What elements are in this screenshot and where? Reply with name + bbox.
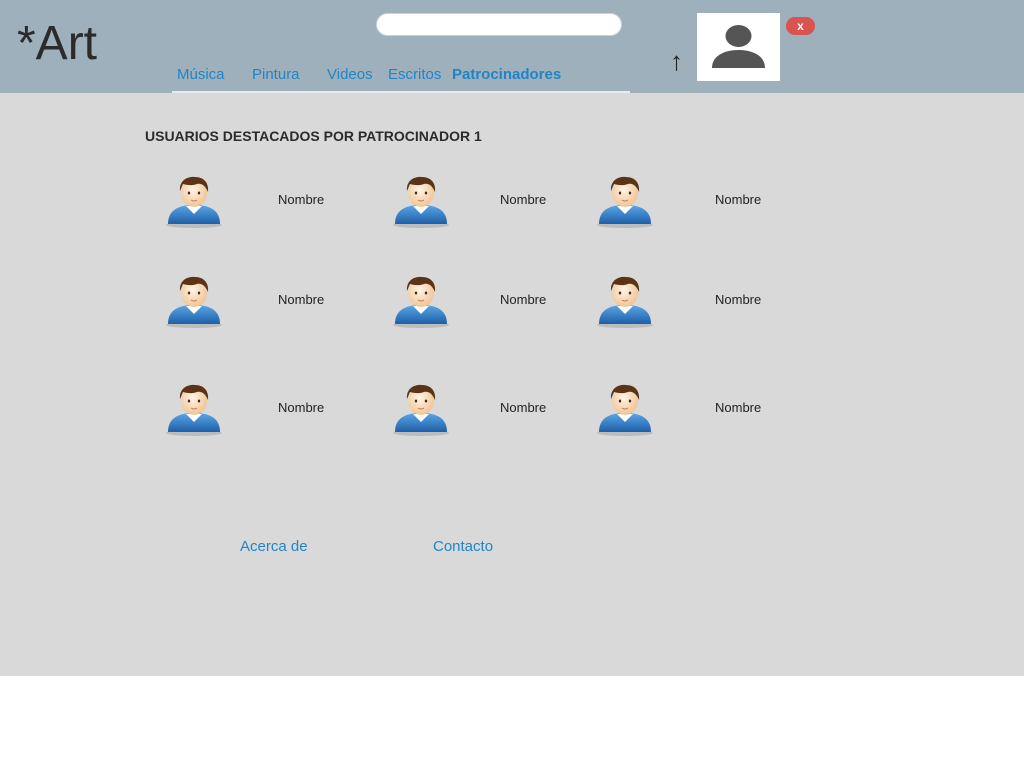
featured-user[interactable]: Nombre [595, 381, 815, 441]
about-link[interactable]: Acerca de [240, 538, 308, 555]
user-name: Nombre [278, 400, 325, 415]
user-name: Nombre [500, 192, 547, 207]
user-avatar-icon [164, 381, 224, 437]
nav-musica[interactable]: Música [177, 66, 225, 84]
nav-patrocinadores[interactable]: Patrocinadores [452, 66, 561, 84]
featured-user[interactable]: Nombre [595, 173, 815, 233]
user-name: Nombre [500, 400, 547, 415]
user-avatar-icon [391, 273, 451, 329]
featured-user[interactable]: Nombre [391, 273, 611, 333]
user-silhouette-icon [712, 25, 765, 68]
user-name: Nombre [715, 292, 762, 307]
user-name: Nombre [715, 400, 762, 415]
nav-videos[interactable]: Videos [327, 66, 373, 84]
user-avatar[interactable] [697, 13, 780, 81]
section-title: USUARIOS DESTACADOS POR PATROCINADOR 1 [145, 128, 482, 144]
user-avatar-icon [391, 173, 451, 229]
featured-user[interactable]: Nombre [391, 173, 611, 233]
featured-user[interactable]: Nombre [164, 273, 384, 333]
user-avatar-icon [164, 273, 224, 329]
arrow-up-icon[interactable]: ↑ [670, 46, 683, 76]
user-name: Nombre [715, 192, 762, 207]
featured-user[interactable]: Nombre [164, 173, 384, 233]
user-avatar-icon [595, 273, 655, 329]
user-avatar-icon [391, 381, 451, 437]
top-header: *Art Música Pintura Videos Escritos Patr… [0, 0, 1024, 93]
search-input[interactable] [376, 13, 622, 36]
user-avatar-icon [164, 173, 224, 229]
featured-user[interactable]: Nombre [595, 273, 815, 333]
featured-user[interactable]: Nombre [391, 381, 611, 441]
user-name: Nombre [500, 292, 547, 307]
contact-link[interactable]: Contacto [433, 538, 493, 555]
user-avatar-icon [595, 381, 655, 437]
main-content: USUARIOS DESTACADOS POR PATROCINADOR 1 N… [0, 93, 1024, 676]
user-name: Nombre [278, 292, 325, 307]
close-button[interactable]: x [786, 17, 815, 35]
user-name: Nombre [278, 192, 325, 207]
nav-escritos[interactable]: Escritos [388, 66, 441, 84]
site-logo[interactable]: *Art [17, 18, 97, 70]
nav-pintura[interactable]: Pintura [252, 66, 300, 84]
featured-user[interactable]: Nombre [164, 381, 384, 441]
user-avatar-icon [595, 173, 655, 229]
